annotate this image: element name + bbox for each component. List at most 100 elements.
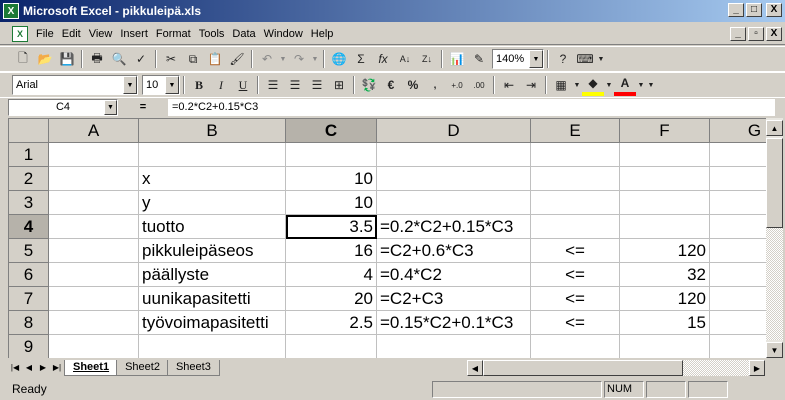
font-size-dropdown-icon[interactable]: ▼ [165,76,179,94]
grid-cell[interactable] [49,143,139,167]
cell-d5[interactable]: =C2+0.6*C3 [377,239,531,263]
grid-cell[interactable] [49,215,139,239]
cell-b4[interactable]: tuotto [139,215,286,239]
row-header-1[interactable]: 1 [9,143,49,167]
grid-cell[interactable] [377,335,531,358]
grid-cell[interactable] [620,215,710,239]
grid-cell[interactable] [710,239,766,263]
sort-ascending-icon[interactable]: A↓ [394,48,416,70]
column-header-a[interactable]: A [49,119,139,143]
cell-c3[interactable]: 10 [286,191,377,215]
bold-button[interactable]: B [188,74,210,96]
grid-cell[interactable] [620,191,710,215]
grid-cell[interactable] [531,335,620,358]
cell-b7[interactable]: uunikapasitetti [139,287,286,311]
menu-format[interactable]: Format [152,28,195,40]
cell-b2[interactable]: x [139,167,286,191]
font-dropdown-icon[interactable]: ▼ [123,76,137,94]
cell-c2[interactable]: 10 [286,167,377,191]
grid-cell[interactable] [139,143,286,167]
grid-cell[interactable] [377,191,531,215]
scroll-up-icon[interactable]: ▲ [766,120,783,136]
menu-edit[interactable]: Edit [58,28,85,40]
grid-cell[interactable] [286,143,377,167]
last-sheet-icon[interactable]: ▶| [50,360,64,375]
next-sheet-icon[interactable]: ▶ [36,360,50,375]
grid-cell[interactable] [620,335,710,358]
column-header-b[interactable]: B [139,119,286,143]
cell-b6[interactable]: päällyste [139,263,286,287]
fill-color-icon[interactable]: ◆ [582,74,604,96]
cell-d8[interactable]: =0.15*C2+0.1*C3 [377,311,531,335]
redo-dropdown-icon[interactable]: ▼ [310,48,320,70]
font-combo[interactable]: Arial ▼ [12,75,138,95]
grid-cell[interactable] [620,167,710,191]
sort-descending-icon[interactable]: Z↓ [416,48,438,70]
cell-e6[interactable]: <= [531,263,620,287]
grid-cell[interactable] [710,215,766,239]
grid-cell[interactable] [49,167,139,191]
merge-center-icon[interactable]: ⊞ [328,74,350,96]
horizontal-scroll-track[interactable] [683,360,749,376]
horizontal-scroll-thumb[interactable] [483,360,683,376]
font-color-dropdown-icon[interactable]: ▼ [636,74,646,96]
paste-icon[interactable]: 📋 [204,48,226,70]
increase-indent-icon[interactable]: ⇥ [520,74,542,96]
cell-b3[interactable]: y [139,191,286,215]
grid-cell[interactable] [139,335,286,358]
menu-file[interactable]: File [32,28,58,40]
menu-tools[interactable]: Tools [195,28,229,40]
help-icon[interactable]: ? [552,48,574,70]
row-header-3[interactable]: 3 [9,191,49,215]
underline-button[interactable]: U [232,74,254,96]
menu-window[interactable]: Window [260,28,307,40]
column-header-d[interactable]: D [377,119,531,143]
menu-view[interactable]: View [85,28,117,40]
column-header-g[interactable]: G [710,119,766,143]
insert-function-button[interactable]: = [118,101,168,113]
grid-cell[interactable] [531,167,620,191]
maximize-button[interactable]: □ [746,3,762,17]
italic-button[interactable]: I [210,74,232,96]
cell-e7[interactable]: <= [531,287,620,311]
decrease-indent-icon[interactable]: ⇤ [498,74,520,96]
grid-cell[interactable] [710,335,766,358]
font-size-combo[interactable]: 10 ▼ [142,75,180,95]
menu-insert[interactable]: Insert [116,28,152,40]
row-header-5[interactable]: 5 [9,239,49,263]
grid-cell[interactable] [377,143,531,167]
hyperlink-icon[interactable]: 🌐 [328,48,350,70]
minimize-button[interactable]: _ [728,3,744,17]
scroll-left-icon[interactable]: ◀ [467,360,483,376]
font-color-icon[interactable]: A [614,74,636,96]
doc-close-button[interactable]: X [766,27,782,41]
cell-d4[interactable]: =0.2*C2+0.15*C3 [377,215,531,239]
cell-b8[interactable]: työvoimapasitetti [139,311,286,335]
row-header-9[interactable]: 9 [9,335,49,358]
toolbar-options-icon[interactable]: ▼ [596,48,606,70]
prev-sheet-icon[interactable]: ◀ [22,360,36,375]
percent-button[interactable]: % [402,74,424,96]
cell-d6[interactable]: =0.4*C2 [377,263,531,287]
save-icon[interactable]: 💾 [56,48,78,70]
grid-cell[interactable] [531,215,620,239]
grid-cell[interactable] [49,287,139,311]
tab-sheet2[interactable]: Sheet2 [116,359,169,376]
close-button[interactable]: X [766,3,782,17]
cell-f5[interactable]: 120 [620,239,710,263]
select-all-corner[interactable] [9,119,49,143]
name-box-dropdown-icon[interactable]: ▼ [104,99,117,115]
first-sheet-icon[interactable]: |◀ [8,360,22,375]
zoom-dropdown-icon[interactable]: ▼ [529,50,543,68]
redo-icon[interactable]: ↷ [288,48,310,70]
name-box[interactable]: C4 ▼ [8,98,118,116]
cut-icon[interactable]: ✂ [160,48,182,70]
grid-cell[interactable] [49,311,139,335]
cell-c7[interactable]: 20 [286,287,377,311]
cell-f6[interactable]: 32 [620,263,710,287]
tab-sheet3[interactable]: Sheet3 [166,359,220,376]
scroll-right-icon[interactable]: ▶ [749,360,765,376]
cell-c5[interactable]: 16 [286,239,377,263]
scroll-down-icon[interactable]: ▼ [766,342,783,358]
horizontal-scrollbar[interactable]: ◀ ▶ [467,360,765,376]
